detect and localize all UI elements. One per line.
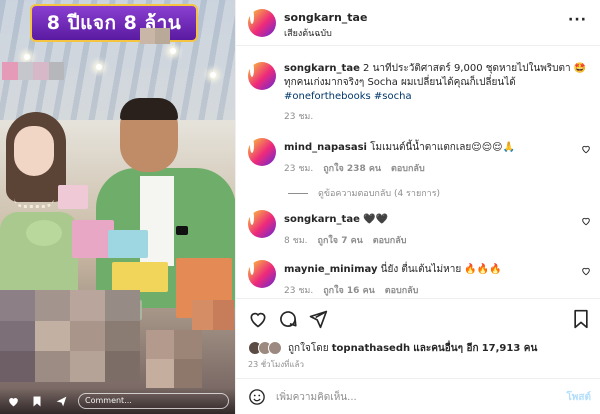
comment-like-heart-icon[interactable] <box>581 266 591 276</box>
post-header: songkarn_tae เสียงต้นฉบับ ··· <box>236 0 600 46</box>
comments-section[interactable]: songkarn_tae 2 นาทีประวัติศาสตร์ 9,000 ช… <box>236 46 600 298</box>
post-comment-button[interactable]: โพสต์ <box>566 390 591 405</box>
blurred-region <box>146 330 202 388</box>
heart-icon[interactable] <box>6 394 20 408</box>
post-photo[interactable]: 8 ปีแจก 8 ล้าน Comment... <box>0 0 235 414</box>
comment-like-heart-icon[interactable] <box>581 216 591 226</box>
emoji-picker-icon[interactable] <box>248 388 266 406</box>
comment-likes[interactable]: ถูกใจ 16 คน <box>323 283 375 297</box>
reply-button[interactable]: ตอบกลับ <box>373 233 407 247</box>
add-comment-input[interactable] <box>276 388 536 406</box>
ceiling-lamp <box>24 54 30 60</box>
ceiling-lamp <box>170 48 176 54</box>
caption-time: 23 ชม. <box>284 112 314 122</box>
comment-text: 🖤🖤 <box>363 214 388 225</box>
caption-username[interactable]: songkarn_tae <box>284 63 360 74</box>
add-comment-bar: โพสต์ <box>236 378 600 414</box>
share-send-icon[interactable] <box>308 309 328 329</box>
product-box <box>58 185 88 209</box>
save-bookmark-icon[interactable] <box>571 309 591 329</box>
reply-button[interactable]: ตอบกลับ <box>385 283 419 297</box>
post-detail-panel: songkarn_tae เสียงต้นฉบับ ··· songkarn_t… <box>235 0 600 414</box>
liker-avatars <box>248 341 282 355</box>
comment-time: 8 ชม. <box>284 236 308 246</box>
bookmark-icon[interactable] <box>30 394 44 408</box>
comment-username[interactable]: songkarn_tae <box>284 214 360 225</box>
author-avatar[interactable] <box>248 9 276 37</box>
blurred-region <box>140 28 170 44</box>
ceiling-lamp <box>96 64 102 70</box>
commenter-avatar[interactable] <box>248 210 276 238</box>
comment-time: 23 ชม. <box>284 164 314 174</box>
more-options-icon[interactable]: ··· <box>568 12 587 28</box>
audio-label[interactable]: เสียงต้นฉบับ <box>284 26 332 40</box>
post-timestamp[interactable]: 23 ชั่วโมงที่แล้ว <box>248 358 304 371</box>
comment-likes[interactable]: ถูกใจ 238 คน <box>323 161 381 175</box>
view-replies-button[interactable]: ดูข้อความตอบกลับ (4 รายการ) <box>288 186 440 200</box>
comment-text: นี่ยัง ตื่นเต้นไม่หาย 🔥🔥🔥 <box>380 264 502 275</box>
caption-author-avatar[interactable] <box>248 62 276 90</box>
replies-divider <box>288 192 308 194</box>
blurred-region <box>0 290 140 382</box>
video-overlay-bar: Comment... <box>0 388 235 414</box>
promo-banner: 8 ปีแจก 8 ล้าน <box>30 4 198 42</box>
share-icon[interactable] <box>54 394 68 408</box>
comment-time: 23 ชม. <box>284 286 314 296</box>
liked-by-middle[interactable]: และคนอื่นๆ อีก <box>413 343 478 354</box>
liked-by-summary[interactable]: ถูกใจโดย topnathasedh และคนอื่นๆ อีก 17,… <box>248 338 593 358</box>
ceiling-lamp <box>210 72 216 78</box>
blurred-region <box>192 300 234 330</box>
commenter-avatar[interactable] <box>248 260 276 288</box>
comment-text: โมเมนต์นี้น้ำตาแตกเลย😌😌😌🙏 <box>370 142 515 153</box>
liked-by-prefix: ถูกใจโดย <box>288 342 329 354</box>
video-comment-input[interactable]: Comment... <box>78 393 229 409</box>
author-username[interactable]: songkarn_tae <box>284 11 367 24</box>
post-actions-bar <box>236 298 600 338</box>
commenter-avatar[interactable] <box>248 138 276 166</box>
comment-bubble-icon[interactable] <box>278 309 298 329</box>
caption-hashtags[interactable]: #oneforthebooks #socha <box>284 91 412 102</box>
like-heart-icon[interactable] <box>248 309 268 329</box>
product-box <box>108 230 148 258</box>
reply-button[interactable]: ตอบกลับ <box>391 161 425 175</box>
comment-username[interactable]: maynie_minimay <box>284 264 377 275</box>
comment-like-heart-icon[interactable] <box>581 144 591 154</box>
product-box <box>112 262 168 292</box>
liked-by-user[interactable]: topnathasedh <box>332 343 410 354</box>
blurred-region <box>2 62 64 80</box>
liked-by-count[interactable]: 17,913 คน <box>482 343 538 354</box>
comment-likes[interactable]: ถูกใจ 7 คน <box>318 233 363 247</box>
view-replies-label[interactable]: ดูข้อความตอบกลับ (4 รายการ) <box>318 186 440 200</box>
comment-username[interactable]: mind_napasasi <box>284 142 367 153</box>
